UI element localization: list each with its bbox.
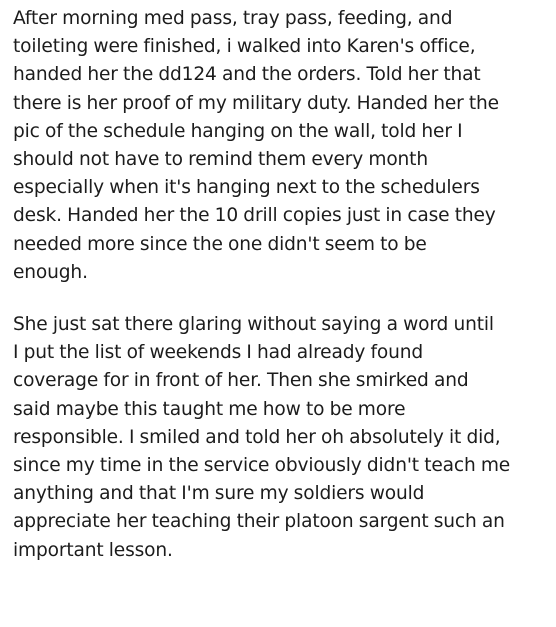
post-body: After morning med pass, tray pass, feedi… <box>13 0 549 565</box>
paragraph-2: She just sat there glaring without sayin… <box>13 314 511 561</box>
paragraph-1: After morning med pass, tray pass, feedi… <box>13 8 499 283</box>
